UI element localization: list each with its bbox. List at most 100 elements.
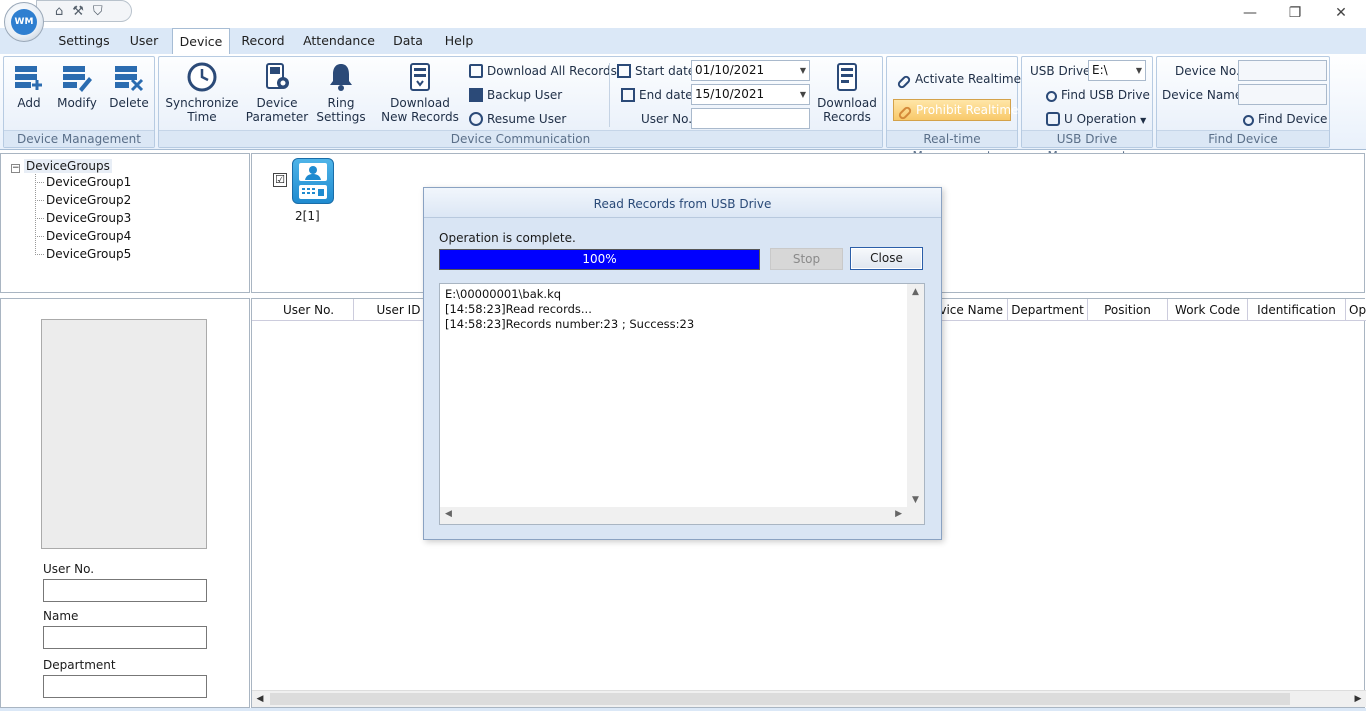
log-textarea[interactable]: E:\00000001\bak.kq [14:58:23]Read record… (439, 283, 925, 525)
column-user-no[interactable]: User No. (264, 299, 354, 321)
find-usb-drive-button[interactable]: Find USB Drive (1046, 85, 1150, 105)
tab-user[interactable]: User (122, 28, 166, 54)
u-operation-button[interactable]: U Operation ▼ (1046, 109, 1146, 129)
scroll-up-icon[interactable]: ▲ (907, 287, 924, 297)
prohibit-realtime-button[interactable]: Prohibit Realtime (893, 99, 1018, 121)
scroll-left-icon[interactable]: ◀ (445, 509, 452, 519)
param-label-1: Device (256, 96, 298, 110)
modify-button[interactable]: Modify (54, 61, 100, 110)
add-label: Add (17, 96, 41, 110)
tree-item-devicegroup4[interactable]: DeviceGroup4 (46, 227, 131, 245)
resume-user-label: Resume User (487, 112, 567, 126)
device-name-label: Device Name (1162, 88, 1243, 102)
download-records-button[interactable]: Download Records (815, 61, 879, 124)
minimize-button[interactable]: — (1235, 3, 1265, 23)
separator (609, 63, 610, 127)
user-info-panel: User No. Name Department (0, 298, 250, 708)
department-info-label: Department (43, 658, 116, 672)
progress-bar: 100% (439, 249, 760, 270)
scroll-left-icon[interactable]: ◀ (252, 691, 268, 707)
calendar-icon (621, 88, 635, 102)
operation-status: Operation is complete. (439, 231, 576, 245)
home-icon[interactable]: ⌂ (55, 5, 63, 18)
scroll-right-icon[interactable]: ▶ (1350, 691, 1366, 707)
download-new-records-button[interactable]: Download New Records (381, 61, 459, 124)
tree-item-devicegroup5[interactable]: DeviceGroup5 (46, 245, 131, 263)
dlrec-label-1: Download (817, 96, 877, 110)
find-device-button[interactable]: Find Device (1243, 109, 1327, 129)
chevron-down-icon[interactable]: ▼ (800, 85, 806, 104)
group-label: Device Management (4, 130, 154, 147)
column-work-code[interactable]: Work Code (1168, 299, 1248, 321)
tree-item-devicegroup3[interactable]: DeviceGroup3 (46, 209, 131, 227)
device-parameter-button[interactable]: Device Parameter (243, 61, 311, 124)
tree-item-devicegroup2[interactable]: DeviceGroup2 (46, 191, 131, 209)
log-vertical-scrollbar[interactable]: ▲ ▼ (907, 284, 924, 508)
tab-record[interactable]: Record (236, 28, 290, 54)
unlink-icon (897, 105, 913, 121)
user-no-info-field[interactable] (43, 579, 207, 602)
add-button[interactable]: Add (10, 61, 48, 110)
tab-device[interactable]: Device (172, 28, 230, 55)
table-horizontal-scrollbar[interactable]: ◀ ▶ (252, 690, 1366, 707)
delete-button[interactable]: Delete (108, 61, 150, 110)
user-no-field[interactable] (691, 108, 810, 129)
close-window-button[interactable]: ✕ (1326, 3, 1356, 23)
name-info-field[interactable] (43, 626, 207, 649)
start-date-field[interactable]: 01/10/2021 ▼ (691, 60, 810, 81)
logo-mark-icon: WM (11, 9, 37, 35)
device-name-field[interactable] (1238, 84, 1327, 105)
chevron-down-icon[interactable]: ▼ (800, 61, 806, 80)
download-all-records-button[interactable]: Download All Records (469, 61, 617, 81)
department-info-field[interactable] (43, 675, 207, 698)
synchronize-time-button[interactable]: Synchronize Time (165, 61, 239, 124)
app-logo[interactable]: WM (4, 2, 44, 42)
terminal-device-icon[interactable] (292, 158, 334, 204)
backup-user-button[interactable]: Backup User (469, 85, 562, 105)
device-checkbox[interactable]: ☑ (273, 173, 287, 187)
chevron-down-icon: ▼ (1140, 116, 1147, 125)
group-find-device: Device No. Device Name Find Device Find … (1156, 56, 1330, 148)
collapse-icon[interactable]: − (11, 164, 20, 173)
download-new-records-icon (410, 63, 430, 91)
scroll-down-icon[interactable]: ▼ (907, 495, 924, 505)
device-no-field[interactable] (1238, 60, 1327, 81)
dialog-body: Operation is complete. 100% Stop Close E… (424, 218, 941, 539)
param-label-2: Parameter (245, 110, 309, 124)
user-no-info-label: User No. (43, 562, 95, 576)
stop-button[interactable]: Stop (770, 248, 843, 270)
dropdown-icon[interactable]: ⛉ (93, 5, 103, 18)
tab-help[interactable]: Help (438, 28, 480, 54)
log-horizontal-scrollbar[interactable]: ◀ ▶ (440, 507, 924, 524)
tab-attendance[interactable]: Attendance (298, 28, 380, 54)
activate-realtime-button[interactable]: Activate Realtime (896, 69, 1021, 90)
ring-settings-button[interactable]: Ring Settings (313, 61, 369, 124)
scroll-right-icon[interactable]: ▶ (895, 509, 902, 519)
resume-user-button[interactable]: Resume User (469, 109, 566, 129)
restore-button[interactable]: ❐ (1280, 3, 1310, 23)
tab-data[interactable]: Data (388, 28, 428, 54)
tree-item-devicegroup1[interactable]: DeviceGroup1 (46, 173, 131, 191)
column-identification[interactable]: Identification (1248, 299, 1346, 321)
tab-settings[interactable]: Settings (52, 28, 116, 54)
user-photo (41, 319, 207, 549)
column-department[interactable]: Department (1008, 299, 1088, 321)
group-usb-drive-management: USB Drive E:\ ▼ Find USB Drive U Operatio… (1021, 56, 1153, 163)
group-device-communication: Synchronize Time Device Parameter Ring S… (158, 56, 883, 148)
usb-drive-select[interactable]: E:\ ▼ (1088, 60, 1146, 81)
scrollbar-thumb[interactable] (270, 693, 1290, 705)
column-position[interactable]: Position (1088, 299, 1168, 321)
tools-icon[interactable]: ⚒ (72, 5, 84, 18)
tree-line (35, 218, 44, 219)
modify-label: Modify (57, 96, 97, 110)
end-date-field[interactable]: 15/10/2021 ▼ (691, 84, 810, 105)
dlnew-label-2: New Records (381, 110, 459, 124)
tree-root-label: DeviceGroups (24, 159, 112, 173)
close-button[interactable]: Close (850, 247, 923, 270)
chevron-down-icon[interactable]: ▼ (1136, 61, 1142, 80)
start-date-value: 01/10/2021 (695, 63, 765, 77)
column-op[interactable]: Op (1346, 299, 1366, 321)
sync-label-2: Time (187, 110, 217, 124)
usb-operation-icon (1046, 112, 1060, 126)
add-device-icon (15, 66, 42, 90)
